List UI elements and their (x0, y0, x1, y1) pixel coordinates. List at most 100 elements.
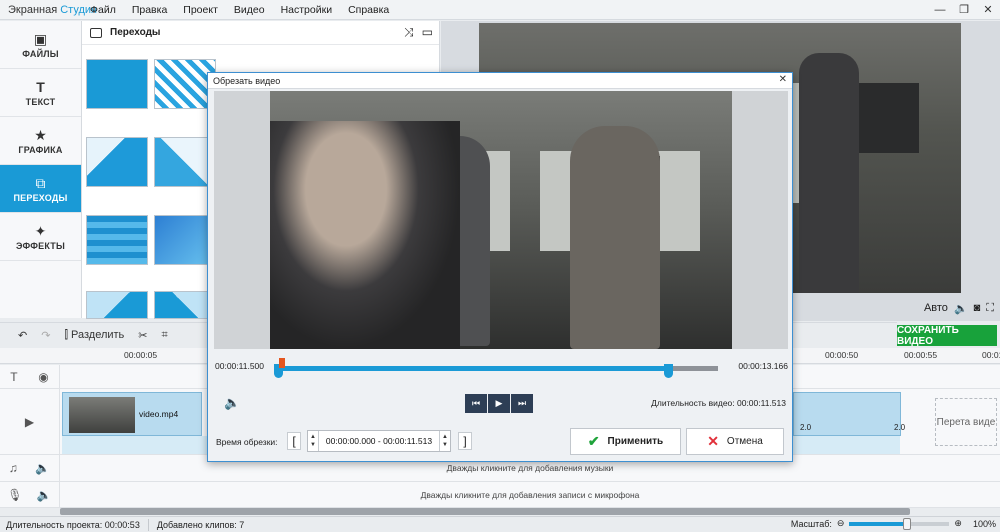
menu-bar: Файл Правка Проект Видео Настройки Справ… (82, 0, 397, 20)
zoom-slider[interactable] (849, 517, 950, 530)
zoom-value: 100% (972, 518, 996, 529)
split-label: Разделить (71, 329, 125, 341)
nav-item-transitions[interactable]: ⧉ ПЕРЕХОДЫ (0, 165, 81, 213)
zoom-fill (849, 521, 908, 526)
trim-selection (280, 366, 666, 371)
spin-right[interactable]: ▲ ▼ (439, 431, 450, 451)
trim-end-handle[interactable] (664, 364, 673, 378)
close-icon[interactable]: ✕ (779, 74, 787, 85)
apply-button[interactable]: ✔ Применить (570, 428, 681, 455)
video-clip[interactable]: video.mp4 (62, 392, 202, 436)
menu-video[interactable]: Видео (226, 0, 273, 20)
track-head: ▶ (0, 389, 60, 454)
video-frame (270, 91, 732, 349)
cancel-label: Отмена (726, 436, 763, 447)
nav-item-label: ФАЙЛЫ (22, 48, 59, 59)
track-head: 🎙 🔈 (0, 482, 60, 507)
play-icon[interactable]: ▶ (488, 394, 510, 413)
previous-icon[interactable]: ⏮ (465, 394, 487, 413)
fullscreen-icon[interactable]: ⛶ (986, 302, 994, 315)
window-controls: — ❐ ✕ (928, 0, 1000, 20)
save-video-button[interactable]: СОХРАНИТЬ ВИДЕО (897, 325, 997, 347)
volume-icon[interactable]: 🔈 (35, 461, 50, 475)
menu-project[interactable]: Проект (175, 0, 226, 20)
mic-hint[interactable]: Дважды кликните для добавления записи с … (60, 482, 1000, 507)
next-icon[interactable]: ⏭ (511, 394, 533, 413)
status-bar: Длительность проекта: 00:00:53 Добавлено… (0, 516, 1000, 532)
camera-icon[interactable]: ◙ (974, 302, 981, 314)
transitions-icon: ⧉ (35, 174, 46, 191)
nav-item-effects[interactable]: ✦ ЭФФЕКТЫ (0, 213, 81, 261)
shuffle-icon[interactable]: ⤨ (404, 25, 414, 40)
transitions-icon (90, 27, 102, 38)
set-end-button[interactable]: ] (458, 432, 472, 450)
text-icon: T (36, 78, 45, 95)
divider (147, 518, 149, 531)
close-icon[interactable]: ✕ (976, 0, 1000, 20)
menu-settings[interactable]: Настройки (273, 0, 341, 20)
nav-item-graphics[interactable]: ★ ГРАФИКА (0, 117, 81, 165)
trim-video-preview (214, 91, 788, 349)
clip-thumbnail (69, 397, 135, 433)
track-head: ♫ 🔈 (0, 455, 60, 481)
image-icon: ▣ (33, 30, 48, 47)
dialog-controls: 🔈 ⏮ ▶ ⏭ Длительность видео: 00:00:11.513 (208, 391, 794, 417)
spin-left[interactable]: ▲ ▼ (308, 431, 319, 451)
nav-item-label: ЭФФЕКТЫ (16, 240, 65, 251)
ruler-tick: 00:00:50 (825, 350, 859, 360)
preview-figure (799, 53, 859, 293)
transition-thumb[interactable] (86, 291, 148, 319)
drop-zone[interactable]: Перета виде (935, 398, 997, 446)
transition-thumb[interactable] (86, 59, 148, 109)
video-camera-icon: ▶ (24, 414, 35, 429)
zoom-out-icon[interactable]: ⊖ (837, 518, 845, 529)
eye-icon[interactable]: ◉ (38, 370, 48, 384)
volume-icon[interactable]: 🔈 (224, 395, 240, 411)
volume-icon[interactable]: 🔈 (954, 302, 968, 315)
ruler-tick: 00:00:05 (124, 350, 158, 360)
menu-edit[interactable]: Правка (124, 0, 175, 20)
zoom-in-icon[interactable]: ⊕ (954, 518, 962, 529)
set-start-button[interactable]: [ (287, 432, 301, 450)
minimize-icon[interactable]: — (928, 0, 952, 20)
timeline-scrollbar[interactable] (60, 508, 910, 515)
auto-quality-label[interactable]: Авто (924, 302, 948, 314)
cancel-button[interactable]: ✕ Отмена (686, 428, 784, 455)
trim-range: 00:00:11.500 00:00:13.166 (208, 358, 794, 378)
maximize-icon[interactable]: ❐ (952, 0, 976, 20)
trim-start-time: 00:00:11.500 (215, 361, 264, 371)
redo-icon[interactable]: ↷ (41, 329, 50, 342)
nav-item-label: ГРАФИКА (18, 144, 63, 155)
cut-icon[interactable]: ✂ (138, 329, 147, 342)
left-nav: ▣ ФАЙЛЫ T ТЕКСТ ★ ГРАФИКА ⧉ ПЕРЕХОДЫ ✦ Э… (0, 21, 82, 318)
film-icon[interactable]: ▭ (422, 25, 433, 40)
playhead-marker[interactable] (279, 358, 285, 368)
video-duration: Длительность видео: 00:00:11.513 (651, 398, 786, 408)
clip-badge: 2.0 (894, 423, 906, 432)
zoom-knob[interactable] (903, 517, 912, 530)
nav-item-files[interactable]: ▣ ФАЙЛЫ (0, 21, 81, 69)
transition-thumb[interactable] (86, 137, 148, 187)
menu-help[interactable]: Справка (340, 0, 397, 20)
ruler-tick: 00:00:55 (904, 350, 938, 360)
trim-time-field[interactable]: ▲ ▼ 00:00:00.000 - 00:00:11.513 ▲ ▼ (307, 430, 451, 452)
dialog-title: Обрезать видео (213, 75, 281, 86)
text-icon: T (10, 369, 18, 384)
crop-icon[interactable]: ⌗ (162, 329, 168, 342)
title-bar: Экранная Студия Файл Правка Проект Видео… (0, 0, 1000, 20)
video-person-foreground (270, 121, 460, 349)
undo-icon[interactable]: ↶ (18, 329, 27, 342)
split-button[interactable]: ⫿ Разделить (64, 329, 124, 342)
menu-file[interactable]: Файл (82, 0, 124, 20)
nav-item-label: ПЕРЕХОДЫ (13, 192, 68, 203)
track-head: T ◉ (0, 365, 60, 388)
transition-thumb[interactable] (86, 215, 148, 265)
video-clip-right[interactable]: 2.0 2.0 (793, 392, 905, 436)
trim-time-label: Время обрезки: (216, 437, 278, 447)
music-note-icon: ♫ (8, 461, 18, 475)
panel-header: Переходы ⤨ ▭ (82, 21, 439, 45)
nav-item-text[interactable]: T ТЕКСТ (0, 69, 81, 117)
microphone-icon: 🎙 (7, 487, 23, 502)
cross-icon: ✕ (707, 433, 719, 449)
volume-icon[interactable]: 🔈 (37, 488, 52, 502)
